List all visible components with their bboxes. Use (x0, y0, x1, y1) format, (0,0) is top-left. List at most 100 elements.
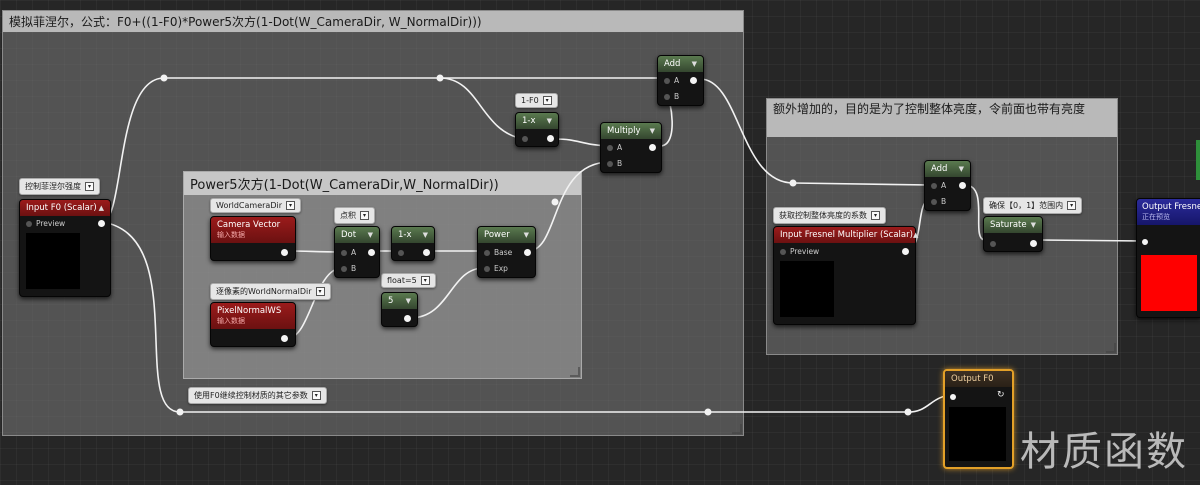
input-pin-exp[interactable]: Exp (484, 264, 508, 273)
bubble-pixel-world-normal[interactable]: 逐像素的WorldNormalDir ▾ (210, 283, 331, 300)
node-subtitle: 输入数据 (217, 317, 245, 325)
output-pin[interactable] (959, 182, 966, 189)
node-title: Add (664, 59, 681, 69)
node-output-fresnel[interactable]: Output Fresnel 正在预览 (1136, 198, 1200, 318)
node-header: 1-x ▼ (516, 113, 558, 129)
input-pin-a[interactable]: A (931, 181, 946, 190)
collapse-icon[interactable]: ▼ (406, 297, 411, 305)
output-pin[interactable] (423, 249, 430, 256)
input-pin-b[interactable]: B (931, 197, 946, 206)
node-title: Dot (341, 230, 357, 240)
pin-icon[interactable]: ▾ (871, 211, 880, 220)
collapse-icon[interactable]: ▼ (1031, 221, 1036, 229)
node-multiply[interactable]: Multiply ▼ A B (600, 122, 662, 173)
node-dot[interactable]: Dot ▼ A B (334, 226, 380, 278)
input-pin-a[interactable]: A (664, 76, 679, 85)
output-pin[interactable] (547, 135, 554, 142)
preview-toggle[interactable]: Preview (780, 247, 819, 256)
pin-icon[interactable]: ▾ (1067, 201, 1077, 210)
pin-label: Exp (494, 264, 508, 273)
bubble-text: WorldCameraDir (216, 201, 282, 210)
node-add-top[interactable]: Add ▼ A B (657, 55, 704, 106)
pin-icon[interactable]: ▾ (420, 276, 430, 285)
pin-icon (664, 78, 670, 84)
output-pin[interactable] (281, 249, 288, 256)
input-pin-a[interactable]: A (607, 143, 622, 152)
bubble-dot-product[interactable]: 点积 ▾ (334, 207, 375, 224)
input-pin[interactable] (1142, 237, 1152, 246)
output-pin[interactable] (98, 220, 105, 227)
node-output-f0[interactable]: Output F0 ↻ (943, 369, 1014, 469)
collapse-icon[interactable]: ▼ (423, 231, 428, 239)
resize-handle[interactable] (570, 367, 580, 377)
preview-toggle[interactable]: Preview (26, 219, 65, 228)
output-pin[interactable] (690, 77, 697, 84)
input-pin[interactable] (398, 248, 408, 257)
output-pin[interactable] (368, 249, 375, 256)
node-pixel-normal[interactable]: PixelNormalWS 输入数据 (210, 302, 296, 347)
node-title: PixelNormalWS (217, 306, 282, 316)
node-title: 1-x (398, 230, 412, 240)
node-power[interactable]: Power ▼ Base Exp (477, 226, 536, 278)
input-pin-base[interactable]: Base (484, 248, 512, 257)
bubble-fresnel-strength[interactable]: 控制菲涅尔强度 ▾ (19, 178, 100, 195)
node-title-block: Camera Vector 输入数据 (217, 220, 280, 240)
bubble-float5[interactable]: float=5 ▾ (381, 273, 436, 288)
bubble-multiplier-desc[interactable]: 获取控制整体亮度的系数 ▾ (773, 207, 886, 224)
collapse-icon[interactable]: ▼ (524, 231, 529, 239)
input-pin[interactable] (950, 392, 960, 401)
pin-icon (780, 249, 786, 255)
node-constant-5[interactable]: 5 ▼ (381, 292, 418, 327)
collapse-icon[interactable]: ▼ (650, 127, 655, 135)
collapse-icon[interactable]: ▼ (692, 60, 697, 68)
bubble-clamp-range[interactable]: 确保【0，1】范围内 ▾ (983, 197, 1083, 214)
bubble-one-minus-f0[interactable]: 1-F0 ▾ (515, 93, 558, 108)
resize-handle[interactable] (1106, 343, 1116, 353)
node-one-minus-x-top[interactable]: 1-x ▼ (515, 112, 559, 147)
node-input-fresnel-multiplier[interactable]: Input Fresnel Multiplier (Scalar) ▲ Previ… (773, 226, 918, 325)
bubble-text: 使用F0继续控制材质的其它参数 (194, 391, 308, 400)
resize-handle[interactable] (732, 424, 742, 434)
pin-label: Preview (790, 247, 820, 256)
pin-icon (484, 250, 490, 256)
output-pin[interactable] (524, 249, 531, 256)
node-input-f0[interactable]: Input F0 (Scalar) ▲ Preview (19, 199, 111, 297)
pin-icon[interactable]: ▾ (85, 182, 94, 191)
node-one-minus-x-inner[interactable]: 1-x ▼ (391, 226, 435, 261)
pin-icon[interactable]: ▾ (286, 201, 295, 210)
pin-icon[interactable]: ▾ (360, 211, 369, 220)
output-pin[interactable] (1030, 240, 1037, 247)
pin-icon (1142, 239, 1148, 245)
node-camera-vector[interactable]: Camera Vector 输入数据 (210, 216, 296, 261)
collapse-icon[interactable]: ▲ (913, 231, 918, 239)
collapse-icon[interactable]: ▼ (959, 165, 964, 173)
output-pin[interactable] (404, 315, 411, 322)
comment-title: 模拟菲涅尔，公式：F0+((1-F0)*Power5次方(1-Dot(W_Cam… (3, 11, 743, 32)
node-title: Power (484, 230, 510, 240)
collapse-icon[interactable]: ▼ (547, 117, 552, 125)
output-pin[interactable] (281, 335, 288, 342)
input-pin[interactable] (990, 239, 1000, 248)
input-pin[interactable] (522, 134, 532, 143)
node-title: 5 (388, 296, 394, 306)
input-pin-b[interactable]: B (341, 264, 356, 273)
bubble-text: 逐像素的WorldNormalDir (216, 287, 312, 296)
node-subtitle: 输入数据 (217, 231, 245, 239)
node-add-right[interactable]: Add ▼ A B (924, 160, 971, 211)
node-title: Add (931, 164, 948, 174)
output-pin[interactable] (649, 144, 656, 151)
node-title-block: PixelNormalWS 输入数据 (217, 306, 281, 326)
bubble-reuse-f0[interactable]: 使用F0继续控制材质的其它参数 ▾ (188, 387, 327, 404)
input-pin-a[interactable]: A (341, 248, 356, 257)
bubble-world-camera-dir[interactable]: WorldCameraDir ▾ (210, 198, 301, 213)
pin-icon[interactable]: ▾ (542, 96, 552, 105)
pin-icon[interactable]: ▾ (315, 287, 325, 296)
output-loop-icon[interactable]: ↻ (997, 390, 1005, 400)
collapse-icon[interactable]: ▼ (368, 231, 373, 239)
output-pin[interactable] (902, 248, 909, 255)
node-saturate[interactable]: Saturate ▼ (983, 216, 1043, 252)
collapse-icon[interactable]: ▲ (99, 204, 104, 212)
input-pin-b[interactable]: B (607, 159, 622, 168)
input-pin-b[interactable]: B (664, 92, 679, 101)
pin-icon[interactable]: ▾ (311, 391, 321, 400)
